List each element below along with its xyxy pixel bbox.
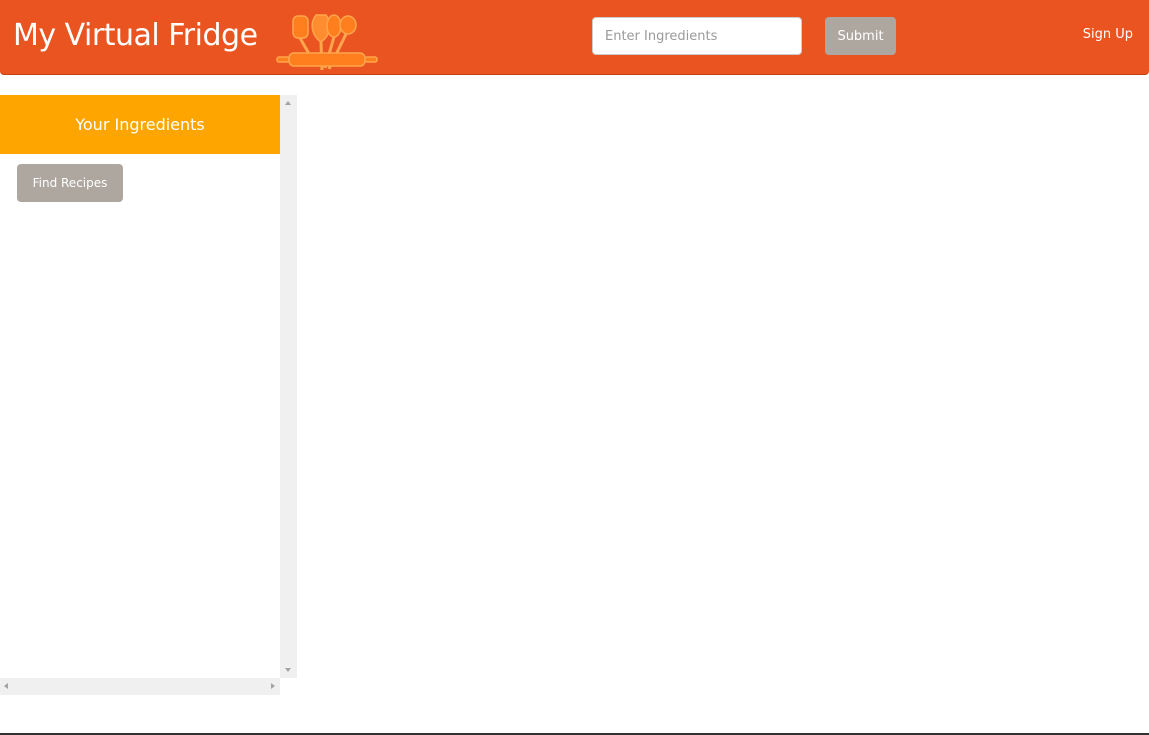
ingredients-panel-content: Your Ingredients Find Recipes xyxy=(0,95,280,678)
horizontal-scrollbar[interactable] xyxy=(0,678,280,695)
page: My Virtual Fridge Enter Ingredients Subm… xyxy=(0,0,1149,735)
scrollbar-corner xyxy=(280,678,297,695)
submit-button[interactable]: Submit xyxy=(825,17,896,55)
sign-up-link[interactable]: Sign Up xyxy=(1083,27,1133,42)
ingredients-panel: Your Ingredients Find Recipes xyxy=(0,95,297,695)
scroll-left-icon[interactable] xyxy=(4,683,8,689)
scroll-right-icon[interactable] xyxy=(271,683,275,689)
vertical-scrollbar[interactable] xyxy=(280,95,297,678)
scroll-down-icon[interactable] xyxy=(285,668,291,672)
scroll-up-icon[interactable] xyxy=(285,101,291,105)
find-recipes-button[interactable]: Find Recipes xyxy=(17,164,123,202)
panel-title: Your Ingredients xyxy=(0,95,280,154)
brand-title[interactable]: My Virtual Fridge xyxy=(13,16,258,56)
kitchen-utensils-icon xyxy=(276,12,380,76)
ingredients-search-input[interactable] xyxy=(592,17,802,55)
navbar: My Virtual Fridge Enter Ingredients Subm… xyxy=(0,0,1149,75)
